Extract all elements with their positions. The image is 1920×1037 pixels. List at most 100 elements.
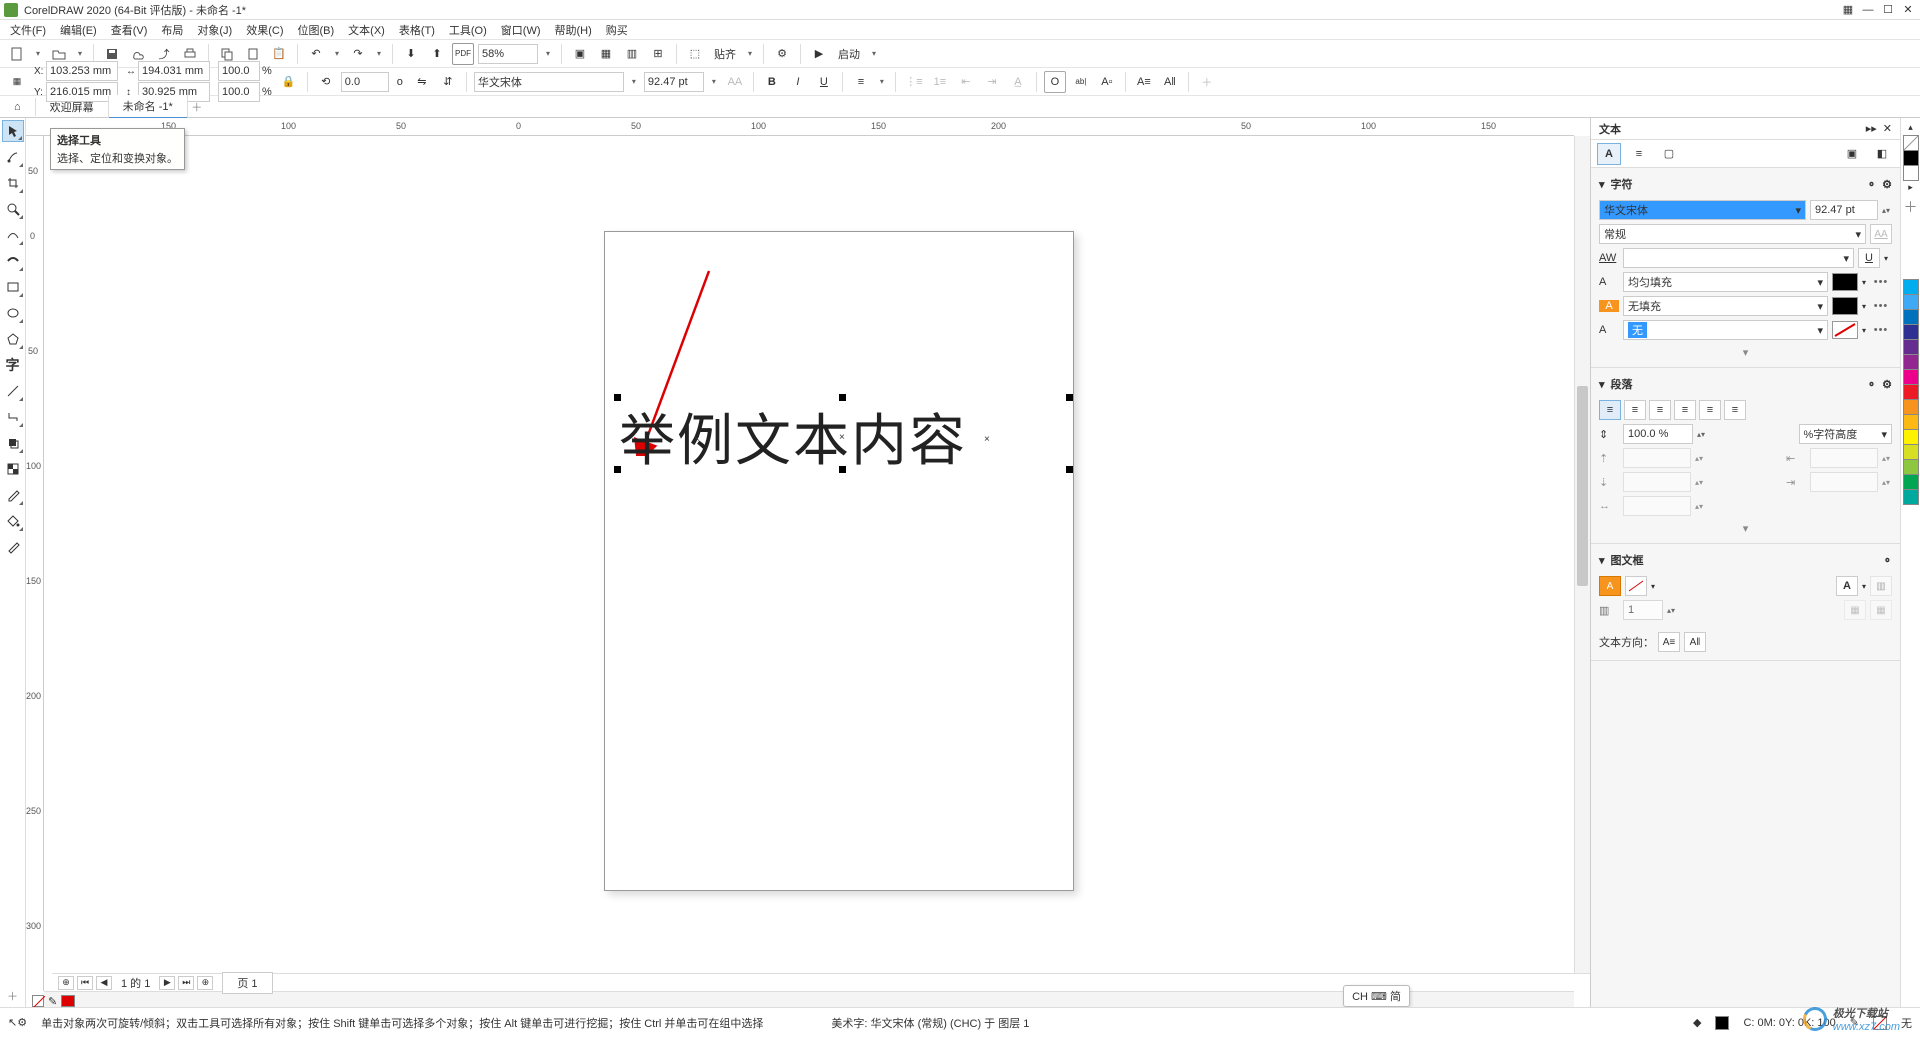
color-orange[interactable] [1903,399,1919,415]
color-purple[interactable] [1903,339,1919,355]
snap-icon[interactable]: ⬚ [684,43,706,65]
rotation-input[interactable] [341,72,389,92]
textdir-h-button[interactable]: A≡ [1658,632,1680,652]
connector-tool[interactable] [2,406,24,428]
launch-label[interactable]: 启动 [834,46,864,62]
var-font-button[interactable]: AA [724,71,746,93]
undo-dropdown[interactable]: ▾ [331,49,343,58]
color-black[interactable] [1903,150,1919,166]
zoom-tool[interactable] [2,198,24,220]
new-button[interactable] [6,43,28,65]
font-dropdown[interactable]: ▾ [628,77,640,86]
outline-select[interactable]: 无▾ [1623,320,1828,340]
menu-bitmap[interactable]: 位图(B) [292,20,341,40]
after-spacing-input[interactable] [1623,472,1691,492]
color-lightblue[interactable] [1903,294,1919,310]
sx-input[interactable] [218,61,260,81]
color-lime[interactable] [1903,444,1919,460]
char-spacing-input[interactable] [1623,496,1691,516]
freehand-tool[interactable] [2,224,24,246]
text-tool[interactable]: 字 [2,354,24,376]
all-caps-button[interactable]: AA [1870,224,1892,244]
sy-input[interactable] [218,82,260,102]
section-opts-icon[interactable]: ⚬ [1867,178,1876,191]
chevron-icon[interactable]: ▾ [1599,554,1605,567]
align-none-button[interactable]: ≡ [1599,400,1621,420]
w-input[interactable] [138,61,210,81]
bold-button[interactable]: B [761,71,783,93]
fullscreen-button[interactable]: ▣ [569,43,591,65]
artistic-media-tool[interactable] [2,250,24,272]
text-frame-button[interactable]: A▫ [1096,71,1118,93]
abc-button[interactable]: ab| [1070,71,1092,93]
color-teal[interactable] [1903,489,1919,505]
text-align-dropdown[interactable]: ▾ [876,77,888,86]
handle-tc[interactable] [839,394,846,401]
snap-label[interactable]: 贴齐 [710,46,740,62]
transparency-tool[interactable] [2,458,24,480]
section-opts-icon[interactable]: ⚬ [1883,554,1892,567]
col-opt2[interactable]: ▦ [1870,600,1892,620]
eyedropper-tool[interactable] [2,484,24,506]
color-darkgreen[interactable] [1903,474,1919,490]
edit-text-button[interactable]: O [1044,71,1066,93]
menu-effects[interactable]: 效果(C) [240,20,289,40]
fontsize-dropdown[interactable]: ▾ [708,77,720,86]
chevron-icon[interactable]: ▾ [1599,378,1605,391]
section-opts-icon[interactable]: ⚬ [1867,378,1876,391]
numbering-button[interactable]: 1≡ [929,71,951,93]
open-dropdown[interactable]: ▾ [74,49,86,58]
import-button[interactable]: ⬇ [400,43,422,65]
vtext-button[interactable]: A‖ [1159,71,1181,93]
char-mode-tab[interactable]: A [1597,143,1621,165]
color-cyan[interactable] [1903,279,1919,295]
expand-toolbox[interactable]: ＋ [2,985,24,1007]
no-color-swatch[interactable] [1903,135,1919,151]
coreldraw-menu-icon[interactable]: ▦ [1840,2,1856,18]
bullets-button[interactable]: ⋮≡ [903,71,925,93]
frame-align-button[interactable]: A [1836,576,1858,596]
scroll-thumb[interactable] [1577,386,1588,586]
last-page-button[interactable]: ⏭ [178,976,194,990]
bgfill-swatch[interactable] [1832,297,1858,315]
bgfill-more-button[interactable]: ••• [1870,300,1892,312]
mirror-v-button[interactable]: ⇵ [437,71,459,93]
section-gear-icon[interactable]: ⚙ [1882,178,1892,191]
menu-tools[interactable]: 工具(O) [443,20,493,40]
handle-tr[interactable] [1066,394,1073,401]
status-fill-swatch[interactable] [1715,1016,1729,1030]
menu-table[interactable]: 表格(T) [393,20,441,40]
indent-dec-button[interactable]: ⇤ [955,71,977,93]
palette-expand-button[interactable]: ▸ [1908,182,1913,193]
fill-type-select[interactable]: 均匀填充▾ [1623,272,1828,292]
home-tab[interactable]: ⌂ [0,98,36,116]
minimize-button[interactable]: — [1860,2,1876,18]
align-force-button[interactable]: ≡ [1724,400,1746,420]
rectangle-tool[interactable] [2,276,24,298]
docker-fontsize[interactable]: 92.47 pt [1810,200,1878,220]
color-green[interactable] [1903,459,1919,475]
horizontal-ruler[interactable]: 150 100 50 0 50 100 150 200 50 100 150 [26,118,1574,136]
underline-button[interactable]: U [813,71,835,93]
handle-ml[interactable]: × [694,434,700,445]
polygon-tool[interactable] [2,328,24,350]
chevron-icon[interactable]: ▾ [1599,178,1605,191]
font-select[interactable] [474,72,624,92]
pdf-button[interactable]: PDF [452,43,474,65]
parallel-dim-tool[interactable] [2,380,24,402]
frame-fill-a-button[interactable]: A [1599,576,1621,596]
docker-font-select[interactable]: 华文宋体▾ [1599,200,1806,220]
crop-tool[interactable] [2,172,24,194]
para-expand-button[interactable]: ▾ [1599,522,1892,535]
undo-button[interactable]: ↶ [305,43,327,65]
col-opt1[interactable]: ▦ [1844,600,1866,620]
frame-mode-tab[interactable]: ▢ [1657,143,1681,165]
zoom-input[interactable] [478,44,538,64]
rulers-button[interactable]: ⊞ [647,43,669,65]
menu-layout[interactable]: 布局 [155,20,189,40]
maximize-button[interactable]: ☐ [1880,2,1896,18]
lock-ratio-button[interactable]: 🔒 [278,71,300,93]
redo-dropdown[interactable]: ▾ [373,49,385,58]
bgfill-select[interactable]: 无填充▾ [1623,296,1828,316]
color-red[interactable] [1903,384,1919,400]
